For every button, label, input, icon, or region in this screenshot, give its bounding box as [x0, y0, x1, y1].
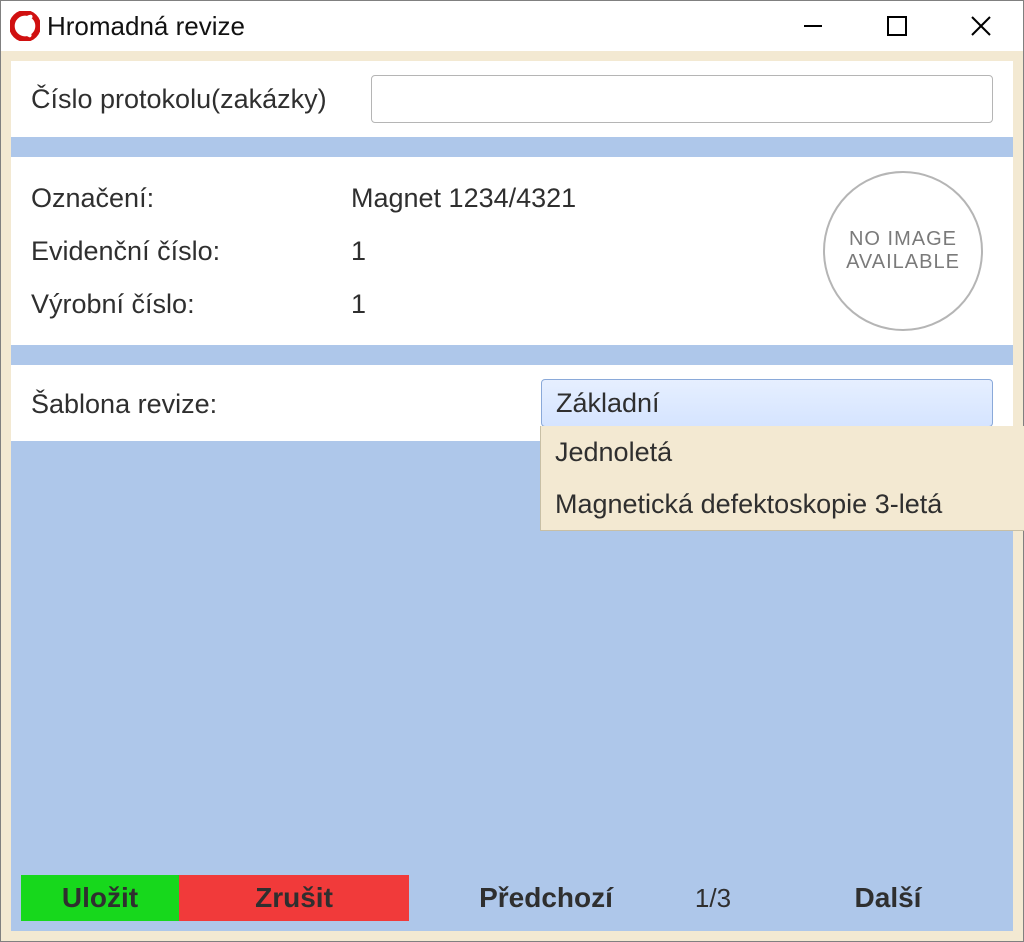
save-button[interactable]: Uložit	[21, 875, 179, 921]
content-panel: Číslo protokolu(zakázky) Označení: Magne…	[11, 61, 1013, 931]
window-frame: Hromadná revize Číslo protokolu(zakázky)	[0, 0, 1024, 942]
item-details-section: Označení: Magnet 1234/4321 Evidenční čís…	[11, 157, 1013, 345]
previous-button[interactable]: Předchozí	[439, 875, 653, 921]
minimize-button[interactable]	[771, 1, 855, 51]
page-indicator-text: 1/3	[695, 883, 731, 914]
template-option[interactable]: Jednoletá	[541, 426, 1024, 478]
designation-value: Magnet 1234/4321	[351, 183, 823, 214]
next-button[interactable]: Další	[773, 875, 1003, 921]
template-dropdown-list: Jednoletá Magnetická defektoskopie 3-let…	[540, 426, 1024, 531]
next-button-label: Další	[855, 882, 922, 914]
save-button-label: Uložit	[62, 882, 138, 914]
registration-no-value: 1	[351, 236, 823, 267]
item-details-grid: Označení: Magnet 1234/4321 Evidenční čís…	[31, 171, 823, 331]
image-placeholder-text: NO IMAGE AVAILABLE	[825, 228, 981, 274]
serial-no-value: 1	[351, 289, 823, 320]
template-dropdown[interactable]: Základní Jednoletá Magnetická defektosko…	[541, 379, 993, 427]
template-selected-text: Základní	[556, 388, 660, 419]
section-divider	[11, 345, 1013, 365]
close-button[interactable]	[939, 1, 1023, 51]
cancel-button-label: Zrušit	[255, 882, 333, 914]
protocol-label: Číslo protokolu(zakázky)	[31, 84, 371, 115]
template-option[interactable]: Magnetická defektoskopie 3-letá	[541, 478, 1024, 530]
serial-no-label: Výrobní číslo:	[31, 289, 351, 320]
protocol-section: Číslo protokolu(zakázky)	[11, 61, 1013, 137]
template-label: Šablona revize:	[31, 379, 541, 420]
previous-button-label: Předchozí	[479, 882, 613, 914]
template-section: Šablona revize: Základní Jednoletá Magne…	[11, 365, 1013, 441]
app-icon	[9, 10, 41, 42]
section-divider	[11, 137, 1013, 157]
page-indicator: 1/3	[653, 875, 773, 921]
registration-no-label: Evidenční číslo:	[31, 236, 351, 267]
template-option-text: Magnetická defektoskopie 3-letá	[555, 489, 942, 520]
action-bar: Uložit Zrušit Předchozí 1/3 Další	[21, 875, 1003, 921]
protocol-input[interactable]	[371, 75, 993, 123]
designation-label: Označení:	[31, 183, 351, 214]
window-title: Hromadná revize	[47, 11, 245, 42]
window-controls	[771, 1, 1023, 51]
template-selected[interactable]: Základní	[541, 379, 993, 427]
dialog-body: Číslo protokolu(zakázky) Označení: Magne…	[1, 51, 1023, 941]
template-option-text: Jednoletá	[555, 437, 672, 468]
image-placeholder: NO IMAGE AVAILABLE	[823, 171, 983, 331]
title-bar: Hromadná revize	[1, 1, 1023, 51]
cancel-button[interactable]: Zrušit	[179, 875, 409, 921]
maximize-button[interactable]	[855, 1, 939, 51]
